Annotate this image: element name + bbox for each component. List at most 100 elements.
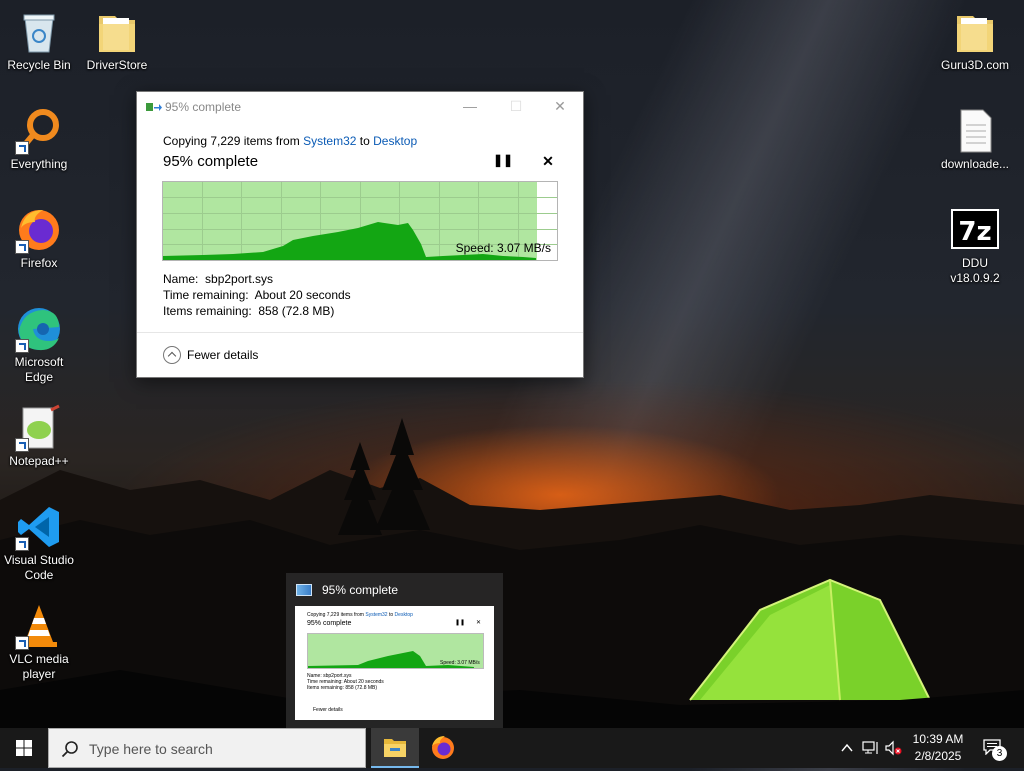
- file-copy-icon: [146, 103, 162, 111]
- time-remaining-row: Time remaining: About 20 seconds: [163, 288, 351, 302]
- destination-link[interactable]: Desktop: [373, 134, 417, 148]
- taskbar: Type here to search 10:39 AM 2/8/2025 3: [0, 728, 1024, 768]
- windows-logo-icon: [16, 740, 32, 756]
- desktop-icon-label: Recycle Bin: [7, 58, 71, 72]
- document-icon: [960, 109, 992, 153]
- thumb-destination: Desktop: [394, 612, 413, 618]
- desktop-icon-label: DriverStore: [86, 58, 148, 72]
- taskbar-firefox[interactable]: [419, 728, 467, 768]
- desktop-icon-recycle-bin[interactable]: Recycle Bin: [0, 8, 78, 73]
- copy-progress-dialog[interactable]: 95% complete — ☐ ✕ Copying 7,229 items f…: [136, 91, 584, 378]
- name-label: Name:: [163, 272, 199, 286]
- desktop-icon-vscode[interactable]: Visual Studio Code: [0, 503, 78, 583]
- time-label: Time remaining:: [163, 288, 249, 302]
- desktop-icon-label: Guru3D.com: [940, 58, 1010, 72]
- dialog-divider: [137, 332, 583, 333]
- items-label: Items remaining:: [163, 304, 252, 318]
- desktop-icon-guru3d[interactable]: Guru3D.com: [936, 8, 1014, 73]
- desktop-icon-label: Microsoft Edge: [14, 355, 64, 384]
- thumb-percent: 95% complete: [307, 620, 352, 627]
- maximize-button[interactable]: ☐: [493, 92, 539, 120]
- thumb-copy-prefix: Copying 7,229 items from: [307, 612, 366, 618]
- time-value: About 20 seconds: [254, 288, 351, 302]
- taskbar-thumbnail-preview[interactable]: 95% complete Copying 7,229 items from Sy…: [286, 573, 503, 728]
- desktop-icon-everything[interactable]: Everything: [0, 107, 78, 172]
- desktop-icon-driverstore[interactable]: DriverStore: [78, 8, 156, 73]
- network-icon[interactable]: [862, 740, 880, 756]
- minimize-button[interactable]: —: [447, 92, 493, 120]
- desktop-icon-label: Visual Studio Code: [4, 553, 74, 582]
- taskbar-search-box[interactable]: Type here to search: [48, 728, 366, 768]
- cancel-button[interactable]: ✕: [539, 153, 557, 171]
- firefox-icon: [432, 736, 454, 759]
- shortcut-arrow-icon: [15, 240, 29, 254]
- name-value: sbp2port.sys: [205, 272, 274, 286]
- search-icon: [61, 741, 78, 758]
- desktop-icon-notepadpp[interactable]: Notepad++: [0, 404, 78, 469]
- transfer-speed-graph: Speed: 3.07 MB/s: [162, 181, 558, 261]
- speed-readout: Speed: 3.07 MB/s: [455, 241, 551, 255]
- shortcut-arrow-icon: [15, 339, 29, 353]
- desktop-icon-label: Notepad++: [9, 454, 69, 468]
- desktop-icon-download-file[interactable]: downloade...: [936, 107, 1014, 172]
- thumb-copy-line: Copying 7,229 items from System32 to Des…: [307, 612, 413, 618]
- desktop-icon-vlc[interactable]: VLC media player: [0, 602, 78, 682]
- thumb-to-word: to: [387, 612, 395, 618]
- chevron-up-icon: [163, 346, 181, 364]
- source-link[interactable]: System32: [303, 134, 356, 148]
- recycle-bin-icon: [23, 14, 55, 53]
- thumb-cancel-icon: ✕: [476, 620, 482, 626]
- thumb-source: System32: [365, 612, 388, 618]
- to-word: to: [356, 134, 374, 148]
- action-center-button[interactable]: 3: [976, 728, 1012, 768]
- items-value: 858 (72.8 MB): [258, 304, 335, 318]
- desktop-icon-firefox[interactable]: Firefox: [0, 206, 78, 271]
- name-row: Name: sbp2port.sys: [163, 272, 273, 286]
- folder-icon: [957, 16, 993, 52]
- pause-button[interactable]: ❚❚: [493, 153, 513, 171]
- clock-date: 2/8/2025: [914, 749, 962, 763]
- shortcut-arrow-icon: [15, 438, 29, 452]
- svg-text:7z: 7z: [958, 217, 991, 247]
- copy-description: Copying 7,229 items from System32 to Des…: [163, 134, 417, 148]
- taskbar-file-explorer[interactable]: [371, 728, 419, 768]
- 7zip-icon: 7z: [951, 209, 999, 249]
- thumb-items-line: Items remaining: 858 (72.8 MB): [307, 685, 378, 691]
- desktop-icon-edge[interactable]: Microsoft Edge: [0, 305, 78, 385]
- search-placeholder: Type here to search: [89, 741, 213, 757]
- folder-icon: [99, 16, 135, 52]
- thumb-pause-icon: ❚❚: [455, 620, 466, 626]
- file-copy-icon: [296, 584, 312, 596]
- desktop-icon-label: Everything: [10, 157, 68, 171]
- dialog-titlebar[interactable]: 95% complete — ☐ ✕: [137, 92, 583, 120]
- close-button[interactable]: ✕: [537, 92, 583, 120]
- chevron-up-icon[interactable]: [840, 741, 854, 755]
- clock-time: 10:39 AM: [912, 732, 964, 746]
- desktop-icon-label: Firefox: [20, 256, 58, 270]
- taskbar-clock[interactable]: 10:39 AM 2/8/2025: [906, 731, 970, 765]
- desktop-icon-label: downloade...: [940, 157, 1010, 171]
- desktop-icon-label: VLC media player: [9, 652, 69, 681]
- desktop-icon-label: DDU v18.0.9.2: [950, 256, 1000, 285]
- thumb-speed: Speed: 3.07 MB/s: [440, 660, 480, 666]
- shortcut-arrow-icon: [15, 537, 29, 551]
- shortcut-arrow-icon: [15, 141, 29, 155]
- copy-prefix: Copying 7,229 items from: [163, 134, 304, 148]
- thumbnail-title: 95% complete: [322, 583, 399, 597]
- file-explorer-icon: [384, 739, 406, 757]
- start-button[interactable]: [0, 728, 48, 768]
- thumbnail-window-preview[interactable]: Copying 7,229 items from System32 to Des…: [295, 606, 494, 720]
- fewer-details-button[interactable]: Fewer details: [163, 346, 258, 364]
- thumb-speed-graph: Speed: 3.07 MB/s: [307, 633, 484, 669]
- thumbnail-header: 95% complete: [296, 583, 398, 597]
- desktop-icon-ddu[interactable]: 7z DDU v18.0.9.2: [936, 206, 1014, 286]
- dialog-title: 95% complete: [165, 100, 242, 114]
- shortcut-arrow-icon: [15, 636, 29, 650]
- notification-count-badge: 3: [992, 746, 1007, 761]
- thumb-fewer-details: Fewer details: [313, 707, 343, 713]
- system-tray: [836, 728, 906, 768]
- items-remaining-row: Items remaining: 858 (72.8 MB): [163, 304, 334, 318]
- fewer-details-label: Fewer details: [187, 348, 259, 362]
- percent-complete: 95% complete: [163, 153, 259, 170]
- volume-muted-icon[interactable]: [884, 740, 902, 756]
